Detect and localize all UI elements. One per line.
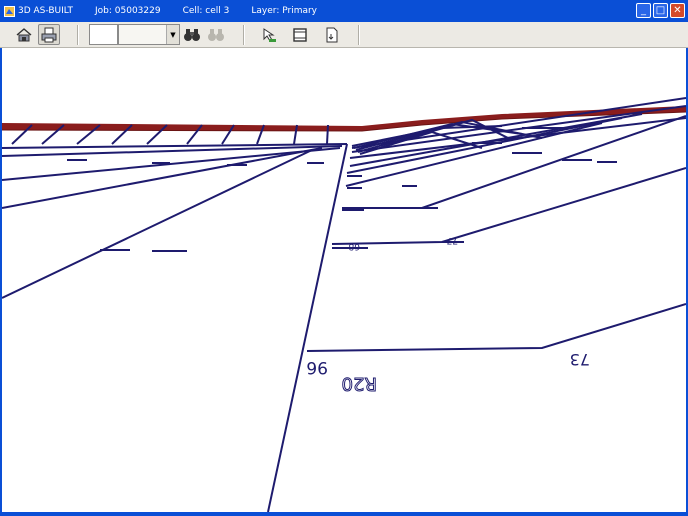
cell-label: Cell: cell 3 xyxy=(182,6,230,16)
frame-icon xyxy=(293,27,307,42)
toolbar: ▼ xyxy=(0,22,688,48)
lot-label-r20: R20 xyxy=(342,373,377,394)
export-button[interactable] xyxy=(321,24,343,45)
zoom-combo[interactable]: ▼ xyxy=(118,24,180,45)
window-title: 3D AS-BUILT xyxy=(18,6,74,16)
color-swatch[interactable] xyxy=(89,24,118,45)
job-label: Job: 05003229 xyxy=(95,6,161,16)
find-next-button[interactable] xyxy=(205,24,227,45)
title-bar: 3D AS-BUILT Job: 05003229 Cell: cell 3 L… xyxy=(0,0,688,22)
minimize-button[interactable]: _ xyxy=(636,3,651,18)
window-bottom-border xyxy=(0,512,688,516)
binoculars-disabled-icon xyxy=(208,28,224,41)
close-button[interactable]: ✕ xyxy=(670,3,685,18)
lot-label-73: 73 xyxy=(570,350,590,369)
layer-label: Layer: Primary xyxy=(251,6,317,16)
home-icon xyxy=(16,27,32,41)
lot-label-96: 96 xyxy=(306,357,328,377)
lot-label-68: 68 xyxy=(348,241,360,251)
print-button[interactable] xyxy=(38,24,60,45)
3d-viewport[interactable]: 96 R20 73 68 77 xyxy=(0,48,688,512)
layout-button[interactable] xyxy=(289,24,311,45)
toolbar-separator xyxy=(358,25,360,45)
lot-label-77: 77 xyxy=(447,235,458,245)
app-icon xyxy=(4,5,15,17)
as-built-scene[interactable]: 96 R20 73 68 77 xyxy=(2,48,686,512)
printer-icon xyxy=(41,27,57,42)
document-export-icon xyxy=(326,27,338,42)
binoculars-icon xyxy=(184,28,200,41)
maximize-button[interactable]: □ xyxy=(653,3,668,18)
find-button[interactable] xyxy=(181,24,203,45)
pointer-edit-icon xyxy=(263,27,276,42)
chevron-down-icon[interactable]: ▼ xyxy=(166,25,179,44)
pick-button[interactable] xyxy=(258,24,280,45)
home-button[interactable] xyxy=(13,24,35,45)
toolbar-separator xyxy=(77,25,79,45)
zoom-combo-value xyxy=(119,25,166,44)
toolbar-separator xyxy=(243,25,245,45)
